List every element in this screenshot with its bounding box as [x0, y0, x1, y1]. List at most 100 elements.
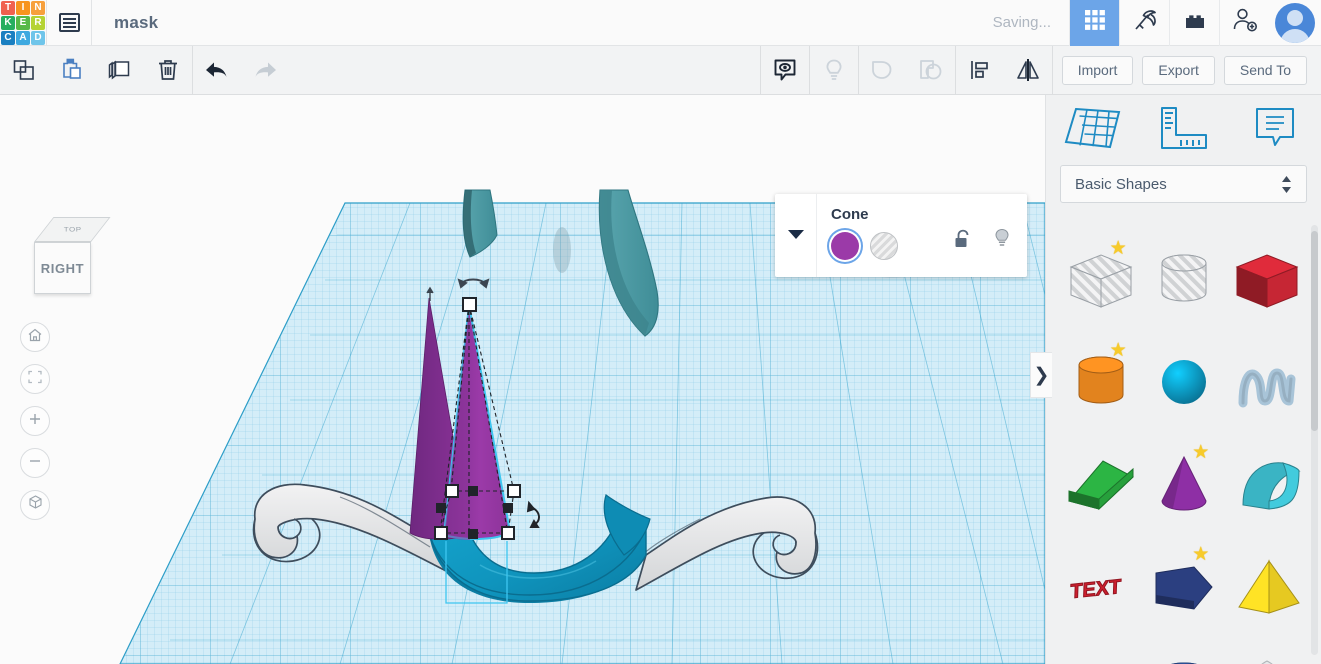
- ruler-tab[interactable]: [1138, 95, 1230, 165]
- codeblocks-button[interactable]: [1119, 0, 1169, 46]
- undo-button[interactable]: [193, 46, 241, 95]
- view-cube[interactable]: TOP RIGHT: [22, 217, 111, 299]
- logo-grid: TIN KER CAD: [1, 0, 45, 45]
- logo-letter-t: T: [1, 0, 15, 15]
- logo-letter-a: A: [16, 30, 30, 45]
- tinkercad-logo[interactable]: TIN KER CAD: [0, 0, 46, 46]
- height-handle: [462, 297, 477, 312]
- pickaxe-icon: [1131, 6, 1159, 39]
- shape-item-cylinder[interactable]: ★: [1060, 331, 1143, 433]
- logo-letter-e: E: [16, 15, 30, 30]
- delete-button[interactable]: [144, 46, 192, 95]
- align-icon: [966, 56, 994, 84]
- panel-collapse-toggle[interactable]: [775, 194, 817, 277]
- workplane-3d-scene[interactable]: [0, 95, 1045, 664]
- shape-item-tube[interactable]: [1143, 637, 1226, 664]
- shape-category-label: Basic Shapes: [1075, 175, 1167, 193]
- shape-category-select[interactable]: Basic Shapes: [1060, 165, 1307, 203]
- shape-item-box-hole[interactable]: ★: [1060, 229, 1143, 331]
- object-name-label: Cone: [831, 206, 869, 223]
- stepper-caret-icon: [1281, 175, 1292, 193]
- fit-frame-icon: [27, 369, 43, 390]
- export-button[interactable]: Export: [1142, 55, 1215, 85]
- import-button[interactable]: Import: [1061, 55, 1134, 85]
- fit-view-button[interactable]: [20, 364, 50, 394]
- shape-item-pyramid[interactable]: [1225, 535, 1308, 637]
- align-button[interactable]: [956, 46, 1004, 95]
- minus-icon: [27, 453, 43, 474]
- cube-projection-icon: [27, 494, 44, 516]
- right-panel-collapse-handle[interactable]: ❯: [1030, 352, 1052, 398]
- copy-button[interactable]: [0, 46, 48, 95]
- right-panel: Basic Shapes ★ ★ ★ TEXT ★: [1045, 95, 1321, 664]
- design-canvas[interactable]: TOP RIGHT Cone: [0, 95, 1045, 664]
- object-panel-body: Cone: [817, 194, 1027, 277]
- zoom-in-button[interactable]: [20, 406, 50, 436]
- shape-item-polygon[interactable]: ★: [1143, 535, 1226, 637]
- shape-item-scribble[interactable]: [1225, 331, 1308, 433]
- light-button[interactable]: [810, 46, 858, 95]
- group-button[interactable]: [859, 46, 907, 95]
- paste-button[interactable]: [48, 46, 96, 95]
- view-cube-top-face[interactable]: TOP: [34, 217, 111, 242]
- star-badge-icon: ★: [1109, 340, 1127, 361]
- logo-letter-d: D: [31, 30, 45, 45]
- note-eye-icon: [771, 56, 799, 84]
- corner-handle-br: [501, 526, 515, 540]
- star-badge-icon: ★: [1192, 544, 1210, 565]
- shape-item-cylinder-hole[interactable]: [1143, 229, 1226, 331]
- solid-color-swatch[interactable]: [831, 232, 859, 260]
- list-icon: [58, 13, 80, 32]
- edge-handle-left: [436, 503, 446, 513]
- shape-item-roof[interactable]: [1225, 433, 1308, 535]
- history-group: [193, 46, 289, 95]
- ungroup-shapes-icon: [917, 56, 945, 84]
- workplane-tab[interactable]: [1046, 95, 1138, 165]
- home-icon: [27, 327, 43, 348]
- object-panel-icons: [954, 228, 1011, 255]
- shape-item-box[interactable]: [1225, 229, 1308, 331]
- edge-handle-bottom: [468, 529, 478, 539]
- view-cube-front-face[interactable]: RIGHT: [34, 242, 91, 294]
- shape-item-cone[interactable]: ★: [1143, 433, 1226, 535]
- page-title[interactable]: mask: [114, 13, 158, 33]
- shape-item-sphere[interactable]: [1143, 331, 1226, 433]
- trash-icon: [155, 57, 181, 83]
- shape-library-grid[interactable]: ★ ★ ★ TEXT ★: [1046, 223, 1321, 664]
- shape-item-text[interactable]: TEXT: [1060, 535, 1143, 637]
- shape-item-sphere-pink[interactable]: [1060, 637, 1143, 664]
- corner-handle-tr: [507, 484, 521, 498]
- blocks-button[interactable]: [1169, 0, 1219, 46]
- mirror-button[interactable]: [1004, 46, 1052, 95]
- lightbulb-icon[interactable]: [993, 228, 1011, 255]
- corner-handle-tl: [445, 484, 459, 498]
- undo-arrow-icon: [202, 57, 232, 83]
- avatar[interactable]: [1269, 0, 1321, 46]
- send-to-button[interactable]: Send To: [1223, 55, 1307, 85]
- duplicate-button[interactable]: [96, 46, 144, 95]
- notes-button[interactable]: [761, 46, 809, 95]
- home-view-button[interactable]: [20, 322, 50, 352]
- logo-letter-n: N: [31, 0, 45, 15]
- tinkercad-app: TINKERCAD mask Saving... Import Export S…: [0, 0, 1321, 664]
- projects-list-button[interactable]: [46, 0, 92, 46]
- notes-tab[interactable]: [1229, 95, 1321, 165]
- redo-arrow-icon: [250, 57, 280, 83]
- edge-handle-top: [468, 486, 478, 496]
- unlock-icon[interactable]: [954, 229, 971, 254]
- ruler-icon: [1158, 105, 1210, 156]
- redo-button[interactable]: [241, 46, 289, 95]
- zoom-out-button[interactable]: [20, 448, 50, 478]
- shape-scrollbar-thumb[interactable]: [1311, 231, 1318, 431]
- status-badge: Saving...: [992, 14, 1051, 31]
- apps-grid-button[interactable]: [1069, 0, 1119, 46]
- view-cube-front-label: RIGHT: [40, 260, 85, 276]
- projection-toggle-button[interactable]: [20, 490, 50, 520]
- invite-button[interactable]: [1219, 0, 1269, 46]
- shape-item-paraboloid[interactable]: [1225, 637, 1308, 664]
- object-properties-panel[interactable]: Cone: [775, 194, 1027, 277]
- header-right-group: Saving...: [993, 0, 1321, 46]
- shape-item-wedge[interactable]: [1060, 433, 1143, 535]
- ungroup-button[interactable]: [907, 46, 955, 95]
- hole-swatch[interactable]: [870, 232, 898, 260]
